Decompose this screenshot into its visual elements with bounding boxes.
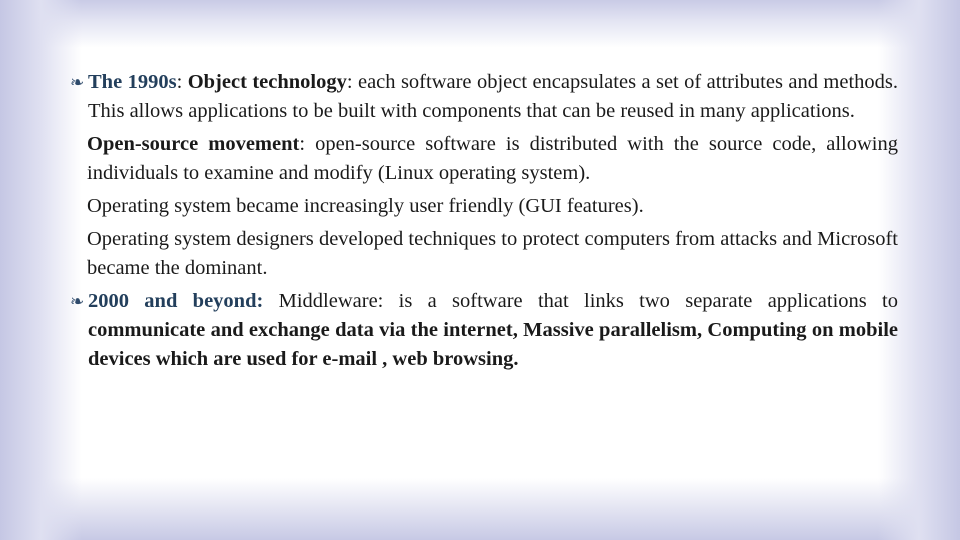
- frame-bottom-gradient: [0, 478, 960, 540]
- term-object-technology: Object technology: [187, 71, 347, 93]
- slide-body: ❧ The 1990s: Object technology: each sof…: [70, 68, 898, 374]
- separator: :: [176, 71, 188, 93]
- paragraph-text: Middleware: is a software that links two…: [263, 290, 898, 312]
- fleuron-bullet-icon: ❧: [70, 73, 85, 92]
- era-heading: 2000 and beyond:: [88, 290, 264, 312]
- paragraph-gui: Operating system became increasingly use…: [70, 192, 898, 221]
- paragraph-security: Operating system designers developed tec…: [70, 225, 898, 283]
- paragraph-2000-beyond: ❧ 2000 and beyond: Middleware: is a soft…: [70, 287, 898, 374]
- frame-top-gradient: [0, 0, 960, 48]
- fleuron-bullet-icon: ❧: [70, 292, 85, 311]
- era-heading: The 1990s: [88, 71, 177, 93]
- paragraph-1990s: ❧ The 1990s: Object technology: each sof…: [70, 68, 898, 126]
- paragraph-open-source: Open-source movement: open-source softwa…: [70, 130, 898, 188]
- paragraph-text-bold: communicate and exchange data via the in…: [88, 319, 898, 370]
- paragraph-text: Operating system became increasingly use…: [87, 195, 644, 217]
- paragraph-text: Operating system designers developed tec…: [87, 228, 898, 279]
- term-open-source-movement: Open-source movement: [87, 133, 300, 155]
